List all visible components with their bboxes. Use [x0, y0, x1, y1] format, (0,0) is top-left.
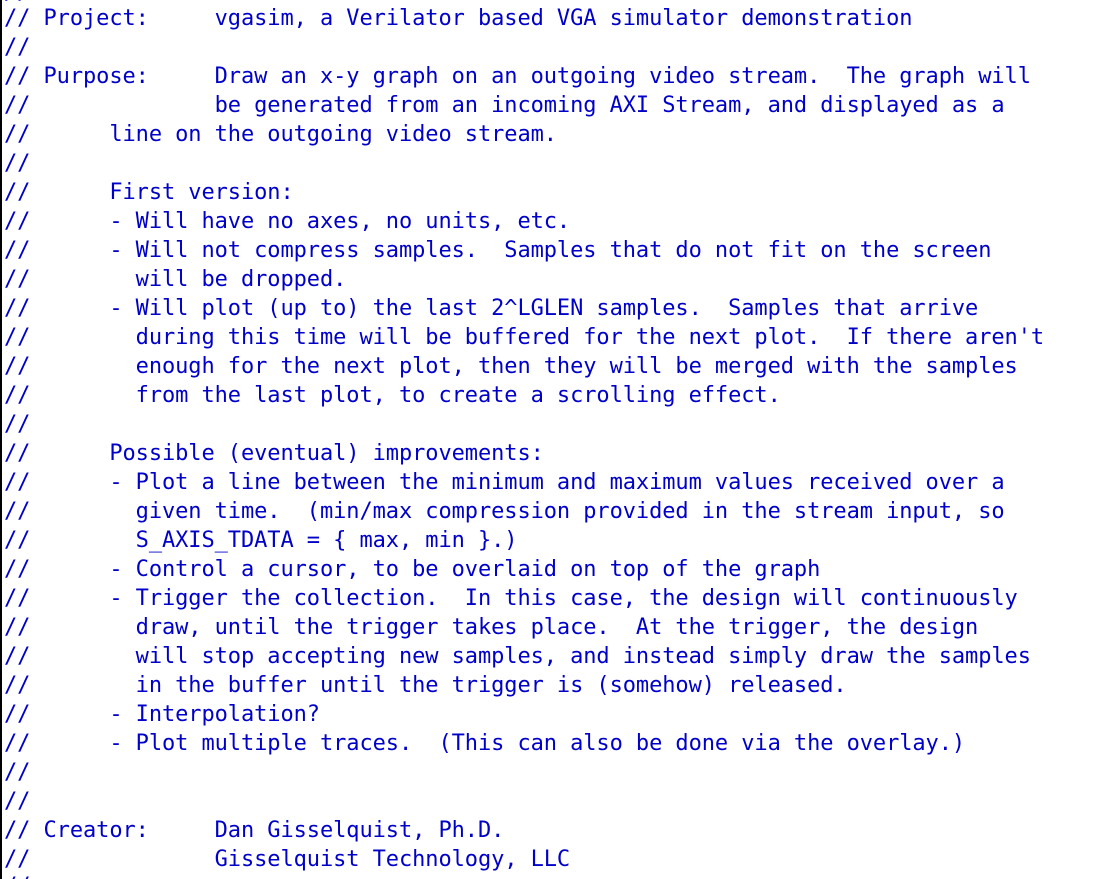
- code-line[interactable]: // draw, until the trigger takes place. …: [4, 613, 1044, 642]
- code-line[interactable]: // - Will not compress samples. Samples …: [4, 236, 1044, 265]
- code-line[interactable]: //: [4, 410, 1044, 439]
- code-line[interactable]: // will stop accepting new samples, and …: [4, 642, 1044, 671]
- code-line[interactable]: // enough for the next plot, then they w…: [4, 352, 1044, 381]
- code-line[interactable]: // - Plot a line between the minimum and…: [4, 468, 1044, 497]
- clipped-bottom-line: //: [4, 872, 31, 879]
- code-line[interactable]: // given time. (min/max compression prov…: [4, 497, 1044, 526]
- code-line[interactable]: //: [4, 758, 1044, 787]
- cursor-gutter-line: [0, 0, 2, 879]
- code-line[interactable]: // S_AXIS_TDATA = { max, min }.): [4, 526, 1044, 555]
- code-line[interactable]: // - Interpolation?: [4, 700, 1044, 729]
- code-line[interactable]: // - Trigger the collection. In this cas…: [4, 584, 1044, 613]
- code-line[interactable]: //: [4, 787, 1044, 816]
- code-lines: // Project: vgasim, a Verilator based VG…: [4, 4, 1044, 874]
- code-line[interactable]: // - Will plot (up to) the last 2^LGLEN …: [4, 294, 1044, 323]
- code-line[interactable]: // First version:: [4, 178, 1044, 207]
- code-line[interactable]: // Purpose: Draw an x-y graph on an outg…: [4, 62, 1044, 91]
- code-line[interactable]: //: [4, 33, 1044, 62]
- code-line[interactable]: // - Will have no axes, no units, etc.: [4, 207, 1044, 236]
- code-line[interactable]: // - Plot multiple traces. (This can als…: [4, 729, 1044, 758]
- code-line[interactable]: // from the last plot, to create a scrol…: [4, 381, 1044, 410]
- code-line[interactable]: // Gisselquist Technology, LLC: [4, 845, 1044, 874]
- code-line[interactable]: // line on the outgoing video stream.: [4, 120, 1044, 149]
- code-line[interactable]: // be generated from an incoming AXI Str…: [4, 91, 1044, 120]
- code-line[interactable]: // Possible (eventual) improvements:: [4, 439, 1044, 468]
- code-line[interactable]: // will be dropped.: [4, 265, 1044, 294]
- code-line[interactable]: // in the buffer until the trigger is (s…: [4, 671, 1044, 700]
- code-line[interactable]: //: [4, 149, 1044, 178]
- code-line[interactable]: // Project: vgasim, a Verilator based VG…: [4, 4, 1044, 33]
- code-line[interactable]: // Creator: Dan Gisselquist, Ph.D.: [4, 816, 1044, 845]
- code-line[interactable]: // during this time will be buffered for…: [4, 323, 1044, 352]
- code-editor[interactable]: // // Project: vgasim, a Verilator based…: [0, 0, 1109, 879]
- code-line[interactable]: // - Control a cursor, to be overlaid on…: [4, 555, 1044, 584]
